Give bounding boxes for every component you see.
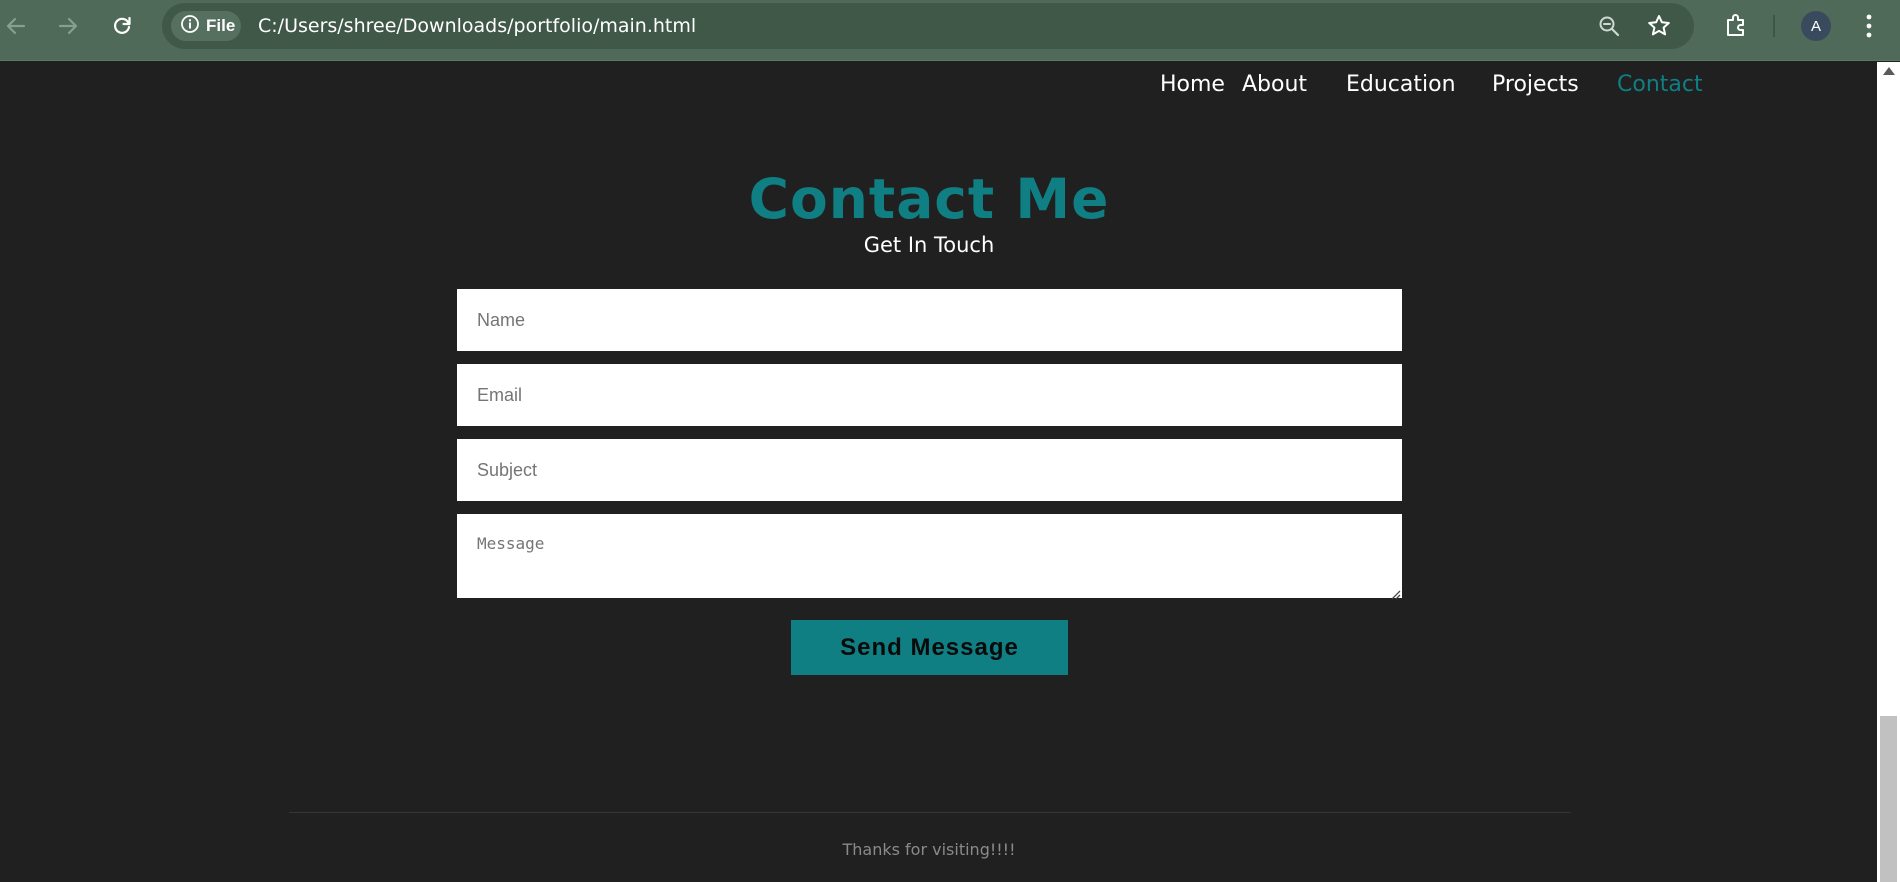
site-info-chip[interactable]: File: [171, 11, 241, 41]
extensions-icon[interactable]: [1722, 11, 1750, 39]
scroll-thumb[interactable]: [1880, 716, 1897, 882]
browser-toolbar: File C:/Users/shree/Downloads/portfolio/…: [0, 0, 1900, 61]
email-field[interactable]: [457, 364, 1402, 426]
forward-arrow-icon[interactable]: [53, 11, 83, 41]
nav-item-about[interactable]: About: [1242, 72, 1307, 97]
resize-grip-icon[interactable]: [1389, 585, 1401, 600]
nav-item-home[interactable]: Home: [1160, 72, 1225, 97]
menu-dots-icon[interactable]: [1856, 11, 1882, 41]
footer-text: Thanks for visiting!!!!: [842, 840, 1016, 859]
url-text[interactable]: C:/Users/shree/Downloads/portfolio/main.…: [258, 15, 696, 37]
nav-item-projects[interactable]: Projects: [1492, 72, 1579, 97]
toolbar-separator: [1773, 15, 1775, 37]
scroll-up-arrow-icon[interactable]: [1883, 67, 1895, 75]
profile-avatar[interactable]: A: [1801, 11, 1831, 41]
back-arrow-icon[interactable]: [1, 11, 31, 41]
nav-item-contact[interactable]: Contact: [1617, 72, 1703, 97]
info-icon: [180, 14, 200, 38]
message-field[interactable]: [457, 514, 1402, 598]
vertical-scrollbar[interactable]: [1877, 62, 1900, 882]
send-message-button[interactable]: Send Message: [791, 620, 1068, 675]
address-bar[interactable]: File C:/Users/shree/Downloads/portfolio/…: [162, 3, 1694, 49]
nav-item-education[interactable]: Education: [1346, 72, 1456, 97]
name-field[interactable]: [457, 289, 1402, 351]
subject-field[interactable]: [457, 439, 1402, 501]
site-info-label: File: [206, 16, 236, 35]
contact-subtitle: Get In Touch: [863, 233, 995, 257]
footer-divider: [289, 812, 1571, 813]
contact-title: Contact Me: [748, 167, 1110, 231]
page-viewport: Home About Education Projects Contact Co…: [0, 62, 1877, 882]
zoom-icon[interactable]: [1596, 13, 1622, 39]
reload-icon[interactable]: [107, 11, 137, 41]
star-icon[interactable]: [1645, 12, 1673, 40]
